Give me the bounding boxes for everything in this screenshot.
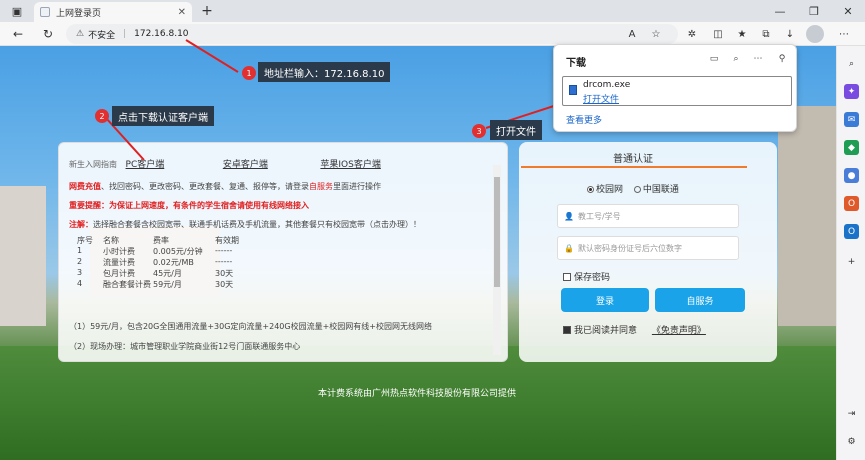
hide-sidebar-icon[interactable]: ⇥ bbox=[844, 406, 859, 421]
download-item[interactable]: drcom.exe 打开文件 bbox=[562, 76, 792, 106]
more-menu-icon[interactable]: ⋯ bbox=[834, 24, 854, 44]
annotation-number-2: 2 bbox=[95, 109, 109, 123]
sidebar-settings-icon[interactable]: ⚙ bbox=[844, 434, 859, 449]
shopping-icon[interactable]: ◆ bbox=[844, 140, 859, 155]
copilot-icon[interactable]: ✦ bbox=[844, 84, 859, 99]
search-icon[interactable]: ⌕ bbox=[844, 56, 859, 71]
add-sidebar-icon[interactable]: + bbox=[844, 254, 859, 269]
close-window-icon[interactable]: ✕ bbox=[831, 0, 865, 22]
outlook-icon[interactable]: O bbox=[844, 224, 859, 239]
download-panel: 下载 ▭ ⌕ ⋯ ⚲ drcom.exe 打开文件 查看更多 bbox=[553, 44, 797, 132]
search-downloads-icon[interactable]: ⌕ bbox=[728, 51, 744, 67]
annotation-1: 地址栏输入：172.16.8.10 bbox=[258, 62, 391, 82]
see-more-link[interactable]: 查看更多 bbox=[566, 113, 602, 126]
games-icon[interactable]: ● bbox=[844, 168, 859, 183]
arrow-1 bbox=[185, 39, 239, 73]
download-more-icon[interactable]: ⋯ bbox=[750, 51, 766, 67]
edge-sidebar: ⌕ ✦ ✉ ◆ ● O O + ⇥ ⚙ bbox=[836, 46, 865, 460]
annotation-number-3: 3 bbox=[472, 124, 486, 138]
tools-icon[interactable]: ✉ bbox=[844, 112, 859, 127]
annotation-2: 点击下载认证客户端 bbox=[112, 106, 214, 126]
download-panel-title: 下载 bbox=[566, 58, 586, 69]
download-file-name: drcom.exe bbox=[583, 80, 631, 90]
pin-icon[interactable]: ⚲ bbox=[774, 51, 790, 67]
file-icon bbox=[569, 85, 577, 95]
annotation-number-1: 1 bbox=[242, 66, 256, 80]
office-icon[interactable]: O bbox=[844, 196, 859, 211]
open-file-link[interactable]: 打开文件 bbox=[583, 92, 619, 105]
annotation-3: 打开文件 bbox=[490, 120, 542, 140]
open-folder-icon[interactable]: ▭ bbox=[706, 51, 722, 67]
